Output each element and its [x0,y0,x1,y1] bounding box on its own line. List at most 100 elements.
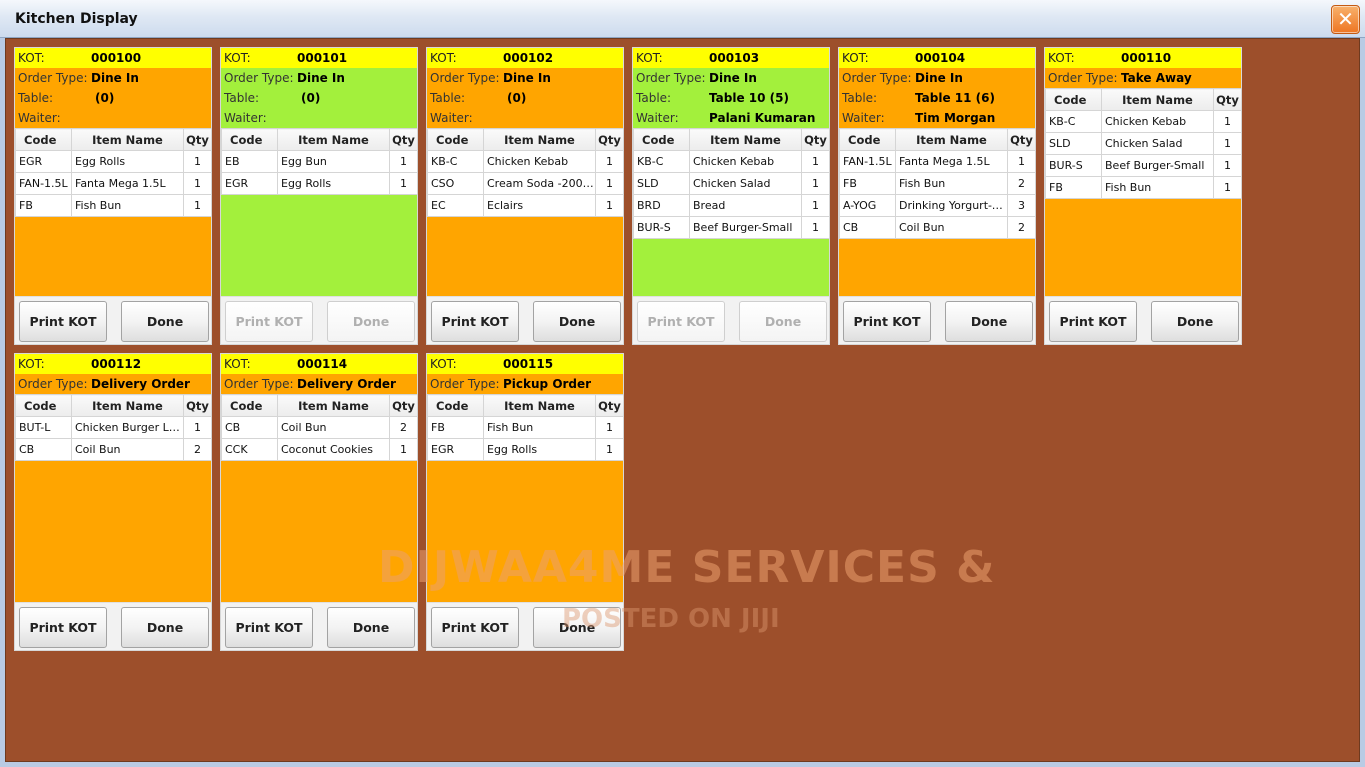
item-name: Beef Burger-Small [1101,154,1214,177]
print-kot-button[interactable]: Print KOT [431,607,519,648]
table-row[interactable]: KB-C Chicken Kebab 1 [1045,110,1242,133]
table-value: (0) [301,91,321,105]
table-row[interactable]: FB Fish Bun 1 [427,416,624,439]
table-row[interactable]: BUT-L Chicken Burger Large 1 [15,416,212,439]
table-row[interactable]: FB Fish Bun 1 [1045,176,1242,199]
done-button[interactable]: Done [945,301,1033,342]
print-kot-button[interactable]: Print KOT [225,607,313,648]
item-qty: 1 [1213,110,1242,133]
waiter-label: Waiter: [636,111,679,125]
table-row[interactable]: BUR-S Beef Burger-Small 1 [1045,154,1242,177]
item-name: Drinking Yorgurt-A... [895,194,1008,217]
table-row[interactable]: FB Fish Bun 1 [15,194,212,217]
done-button: Done [327,301,415,342]
table-row[interactable]: SLD Chicken Salad 1 [633,172,830,195]
done-button[interactable]: Done [327,607,415,648]
kot-label: KOT: [18,51,45,65]
table-row[interactable]: CB Coil Bun 2 [839,216,1036,239]
table-row[interactable]: EB Egg Bun 1 [221,150,418,173]
item-name: Eclairs [483,194,596,217]
print-kot-button: Print KOT [225,301,313,342]
column-qty: Qty [183,394,212,417]
order-type-label: Order Type: [842,71,912,85]
kot-header: KOT: 000112 [15,354,211,374]
done-button[interactable]: Done [121,301,209,342]
table-row[interactable]: EGR Egg Rolls 1 [15,150,212,173]
table-row[interactable]: BRD Bread 1 [633,194,830,217]
table-value: (0) [507,91,527,105]
items-table: Code Item Name Qty KB-C Chicken Kebab 1 SLD Chi… [1045,88,1242,199]
kot-header: KOT: 000102 [427,48,623,68]
table-row[interactable]: EGR Egg Rolls 1 [221,172,418,195]
kot-label: KOT: [1048,51,1075,65]
order-type-value: Dine In [91,71,139,85]
kot-number: 000100 [91,51,142,65]
item-code: KB-C [633,150,690,173]
table-row[interactable]: FB Fish Bun 2 [839,172,1036,195]
table-row[interactable]: KB-C Chicken Kebab 1 [427,150,624,173]
kot-number: 000103 [709,51,760,65]
table-row[interactable]: A-YOG Drinking Yorgurt-A... 3 [839,194,1036,217]
kot-number: 000102 [503,51,554,65]
order-type-row: Order Type: Delivery Order [221,374,417,394]
table-row[interactable]: KB-C Chicken Kebab 1 [633,150,830,173]
table-label: Table: [430,91,466,105]
order-info: Order Type: Pickup Order [427,374,623,394]
kot-board: KOT: 000100 Order Type: Dine In Table: (0) Wai… [5,38,1360,762]
table-row[interactable]: BUR-S Beef Burger-Small 1 [633,216,830,239]
order-type-value: Dine In [297,71,345,85]
items-table: Code Item Name Qty FB Fish Bun 1 EGR Egg Rolls 1 [427,394,624,461]
item-code: CB [839,216,896,239]
kot-card: KOT: 000104 Order Type: Dine In Table: Table … [838,47,1036,345]
kot-header: KOT: 000100 [15,48,211,68]
order-info: Order Type: Dine In Table: (0) Waiter: [427,68,623,128]
table-value: Table 10 (5) [709,91,789,105]
item-qty: 2 [183,438,212,461]
kot-label: KOT: [18,357,45,371]
order-type-value: Dine In [709,71,757,85]
order-type-row: Order Type: Dine In [839,68,1035,88]
print-kot-button[interactable]: Print KOT [843,301,931,342]
kot-card: KOT: 000103 Order Type: Dine In Table: Table … [632,47,830,345]
order-type-row: Order Type: Pickup Order [427,374,623,394]
column-item-name: Item Name [1101,88,1214,111]
kot-header: KOT: 000115 [427,354,623,374]
print-kot-button[interactable]: Print KOT [431,301,519,342]
done-button[interactable]: Done [121,607,209,648]
item-qty: 1 [595,172,624,195]
table-row[interactable]: CSO Cream Soda -200 ML 1 [427,172,624,195]
waiter-label: Waiter: [224,111,267,125]
waiter-value: Tim Morgan [915,111,996,125]
item-qty: 3 [1007,194,1036,217]
kot-card: KOT: 000102 Order Type: Dine In Table: (0) Wai… [426,47,624,345]
table-row[interactable]: CCK Coconut Cookies 1 [221,438,418,461]
table-row[interactable]: CB Coil Bun 2 [221,416,418,439]
table-row[interactable]: CB Coil Bun 2 [15,438,212,461]
item-code: FB [427,416,484,439]
print-kot-button[interactable]: Print KOT [19,607,107,648]
item-code: FB [1045,176,1102,199]
print-kot-button[interactable]: Print KOT [19,301,107,342]
item-code: FAN-1.5L [839,150,896,173]
item-code: FB [839,172,896,195]
table-row[interactable]: SLD Chicken Salad 1 [1045,132,1242,155]
close-button[interactable]: ✕ [1331,5,1360,34]
table-row[interactable]: FAN-1.5L Fanta Mega 1.5L 1 [839,150,1036,173]
table-row[interactable]: EGR Egg Rolls 1 [427,438,624,461]
item-name: Coconut Cookies [277,438,390,461]
kot-label: KOT: [224,51,251,65]
table-value: (0) [95,91,115,105]
items-header: Code Item Name Qty [1045,88,1242,111]
done-button[interactable]: Done [533,301,621,342]
column-code: Code [633,128,690,151]
kot-label: KOT: [224,357,251,371]
print-kot-button[interactable]: Print KOT [1049,301,1137,342]
order-type-value: Dine In [915,71,963,85]
table-row[interactable]: EC Eclairs 1 [427,194,624,217]
items-header: Code Item Name Qty [221,394,418,417]
column-item-name: Item Name [71,128,184,151]
done-button[interactable]: Done [1151,301,1239,342]
table-row[interactable]: FAN-1.5L Fanta Mega 1.5L 1 [15,172,212,195]
item-name: Chicken Kebab [483,150,596,173]
column-item-name: Item Name [483,128,596,151]
